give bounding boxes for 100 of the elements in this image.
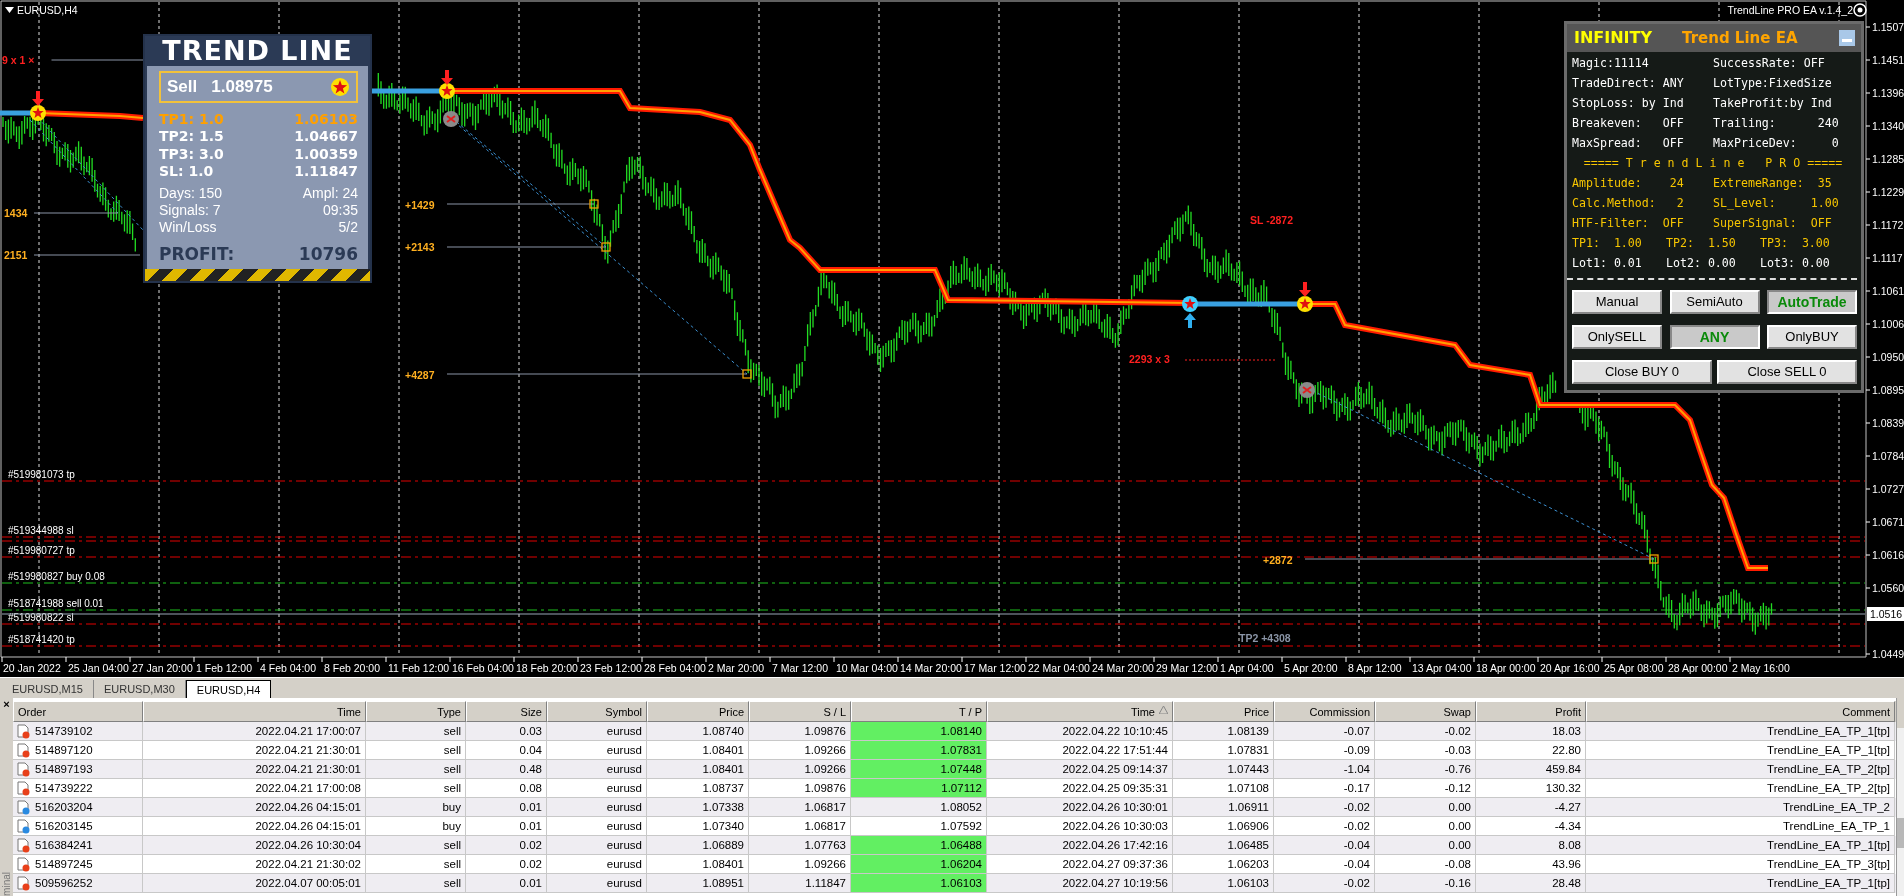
- profit-label: 2293 x 3: [1129, 353, 1170, 365]
- table-row[interactable]: 509596252 2022.04.07 00:05:01 sell 0.01 eurusd 1.08951 1.11847 1.06103 2022.04.27 10:19:56 1.06103 -0.02 -0.16 28.48 TrendLine_EA_TP_1[tp]: [13, 874, 1896, 893]
- price-label: 1.0950: [1872, 351, 1904, 363]
- column-header[interactable]: Order: [13, 701, 143, 722]
- mode-button[interactable]: OnlyBUY: [1767, 325, 1857, 349]
- table-cell-text: 516384241: [35, 837, 93, 853]
- mode-button[interactable]: Close BUY 0: [1572, 360, 1712, 384]
- table-row[interactable]: 516203145 2022.04.26 04:15:01 buy 0.01 eurusd 1.07340 1.06817 1.07592 2022.04.26 10:30:03 1.06906 -0.02 0.00 -4.34 TrendLine_EA_TP_1: [13, 817, 1896, 836]
- stat-value: 09:35: [322, 201, 358, 219]
- time-label: 4 Feb 04:00: [260, 662, 317, 674]
- expert-label: TrendLine PRO EA v.1.4_2: [1727, 4, 1853, 16]
- price-label: 1.0560: [1872, 582, 1904, 594]
- mode-button[interactable]: OnlySELL: [1572, 325, 1662, 349]
- target-label: TP3: 3.0: [159, 145, 224, 163]
- time-label: 28 Feb 04:00: [644, 662, 706, 674]
- panel-label: minal: [0, 872, 13, 896]
- table-cell: -0.02: [1274, 874, 1375, 894]
- time-label: 1 Apr 04:00: [1220, 662, 1274, 674]
- target-label: TP2: 1.5: [159, 128, 224, 146]
- mode-button[interactable]: Close SELL 0: [1717, 360, 1857, 384]
- target-price: 1.04667: [294, 128, 358, 146]
- panel-title: INFINITY: [1574, 27, 1653, 49]
- column-header[interactable]: Time: [987, 701, 1173, 722]
- column-header[interactable]: Size: [466, 701, 547, 722]
- table-cell-text: 516203204: [35, 799, 93, 815]
- profit-label: +2143: [405, 241, 435, 253]
- table-cell: 1.06204: [851, 855, 987, 875]
- column-header[interactable]: Swap: [1375, 701, 1476, 722]
- panel-subtitle: Trend Line EA: [1682, 27, 1798, 49]
- table-cell: sell: [366, 874, 466, 894]
- table-cell: 28.48: [1476, 874, 1586, 894]
- signal-price: 1.08975: [211, 76, 273, 98]
- table-cell: 0.01: [466, 874, 547, 894]
- order-label: #519980827 buy 0.08: [8, 571, 105, 582]
- table-row[interactable]: 516203204 2022.04.26 04:15:01 buy 0.01 eurusd 1.07338 1.06817 1.08052 2022.04.26 10:30:01 1.06911 -0.02 0.00 -4.27 TrendLine_EA_TP_2: [13, 798, 1896, 817]
- column-header[interactable]: Time: [143, 701, 366, 722]
- table-cell-text: 516203145: [35, 818, 93, 834]
- table-row[interactable]: 514897193 2022.04.21 21:30:01 sell 0.48 eurusd 1.08401 1.09266 1.07448 2022.04.25 09:14:37 1.07443 -1.04 -0.76 459.84 TrendLine_EA_TP_2[tp]: [13, 760, 1896, 779]
- setting-text: TP3: 3.00: [1760, 235, 1831, 253]
- time-label: 17 Mar 12:00: [964, 662, 1026, 674]
- time-label: 28 Apr 00:00: [1668, 662, 1728, 674]
- column-header[interactable]: Price: [647, 701, 749, 722]
- table-cell: 1.06103: [1173, 874, 1274, 894]
- stat-value: Ampl: 24: [302, 184, 358, 202]
- setting-text: StopLoss: by Ind: [1572, 95, 1685, 113]
- time-label: 2 Mar 20:00: [708, 662, 765, 674]
- panel-title: TREND LINE: [161, 36, 354, 66]
- order-label: #518741988 sell 0.01: [8, 598, 104, 609]
- table-row[interactable]: 516384241 2022.04.26 10:30:04 sell 0.02 eurusd 1.06889 1.07763 1.06488 2022.04.26 17:42:16 1.06485 -0.04 0.00 8.08 TrendLine_EA_TP_1[tp]: [13, 836, 1896, 855]
- column-header[interactable]: Symbol: [547, 701, 647, 722]
- setting-text: MaxPriceDev: 0: [1713, 135, 1840, 153]
- current-price-tag: 1.0516: [1867, 607, 1904, 621]
- order-label: #519981073 tp: [8, 469, 75, 480]
- setting-text: SuccessRate: OFF: [1713, 55, 1826, 73]
- price-label: 1.1229: [1872, 186, 1904, 198]
- table-cell-text: 514739222: [35, 780, 93, 796]
- time-label: 8 Feb 20:00: [324, 662, 381, 674]
- column-header[interactable]: S / L: [749, 701, 851, 722]
- price-label: 1.1396: [1872, 87, 1904, 99]
- price-label: 1.1117: [1872, 252, 1903, 264]
- column-header[interactable]: Commission: [1274, 701, 1375, 722]
- chart-title: EURUSD,H4: [17, 4, 78, 16]
- setting-text: TakeProfit:by Ind: [1713, 95, 1833, 113]
- table-cell-text: 514897245: [35, 856, 93, 872]
- column-header[interactable]: Profit: [1476, 701, 1586, 722]
- time-label: 22 Mar 04:00: [1028, 662, 1090, 674]
- signal-side: Sell: [167, 76, 198, 98]
- column-header[interactable]: T / P: [851, 701, 987, 722]
- table-cell: 1.06488: [851, 836, 987, 856]
- setting-text: ExtremeRange: 35: [1713, 175, 1833, 193]
- mode-button[interactable]: SemiAuto: [1669, 290, 1760, 314]
- table-row[interactable]: 514739102 2022.04.21 17:00:07 sell 0.03 eurusd 1.08740 1.09876 1.08140 2022.04.22 10:10:45 1.08139 -0.07 -0.02 18.03 TrendLine_EA_TP_1[tp]: [13, 722, 1896, 741]
- time-label: 8 Apr 12:00: [1348, 662, 1402, 674]
- column-header[interactable]: Type: [366, 701, 466, 722]
- price-label: 1.0727: [1872, 483, 1904, 495]
- time-label: 23 Feb 12:00: [580, 662, 642, 674]
- table-cell: 2022.04.27 10:19:56: [987, 874, 1173, 894]
- time-label: 24 Mar 20:00: [1092, 662, 1154, 674]
- close-button[interactable]: ×: [3, 698, 10, 710]
- target-price: 1.00359: [294, 145, 358, 163]
- time-label: 20 Jan 2022: [3, 662, 61, 674]
- column-header[interactable]: Price: [1173, 701, 1274, 722]
- price-label: 1.1006: [1872, 318, 1904, 330]
- setting-text: MaxSpread: OFF: [1572, 135, 1685, 153]
- chart-tab[interactable]: EURUSD,H4: [185, 680, 272, 698]
- column-header[interactable]: Comment: [1586, 701, 1895, 722]
- table-row[interactable]: 514739222 2022.04.21 17:00:08 sell 0.08 eurusd 1.08737 1.09876 1.07112 2022.04.25 09:35:31 1.07108 -0.17 -0.12 130.32 TrendLine_EA_TP_2[tp]: [13, 779, 1896, 798]
- profit-label: 2151: [4, 249, 28, 261]
- price-label: 1.0784: [1872, 450, 1904, 462]
- table-cell: -0.16: [1375, 874, 1476, 894]
- profit-label: +2872: [1263, 554, 1293, 566]
- setting-text: Amplitude: 24: [1572, 175, 1685, 193]
- profit-label: +1429: [405, 199, 435, 211]
- table-cell: 1.08951: [647, 874, 749, 894]
- price-label: 1.0671: [1872, 516, 1904, 528]
- order-label: #519980727 tp: [8, 545, 75, 556]
- table-cell-text: 509596252: [35, 875, 93, 891]
- table-row[interactable]: 514897120 2022.04.21 21:30:01 sell 0.04 eurusd 1.08401 1.09266 1.07831 2022.04.22 17:51:44 1.07831 -0.09 -0.03 22.80 TrendLine_EA_TP_1[tp]: [13, 741, 1896, 760]
- mode-button[interactable]: Manual: [1572, 290, 1662, 314]
- table-row[interactable]: 514897245 2022.04.21 21:30:02 sell 0.02 eurusd 1.08401 1.09266 1.06204 2022.04.27 09:37:36 1.06203 -0.04 -0.08 43.96 TrendLine_EA_TP_3[tp]: [13, 855, 1896, 874]
